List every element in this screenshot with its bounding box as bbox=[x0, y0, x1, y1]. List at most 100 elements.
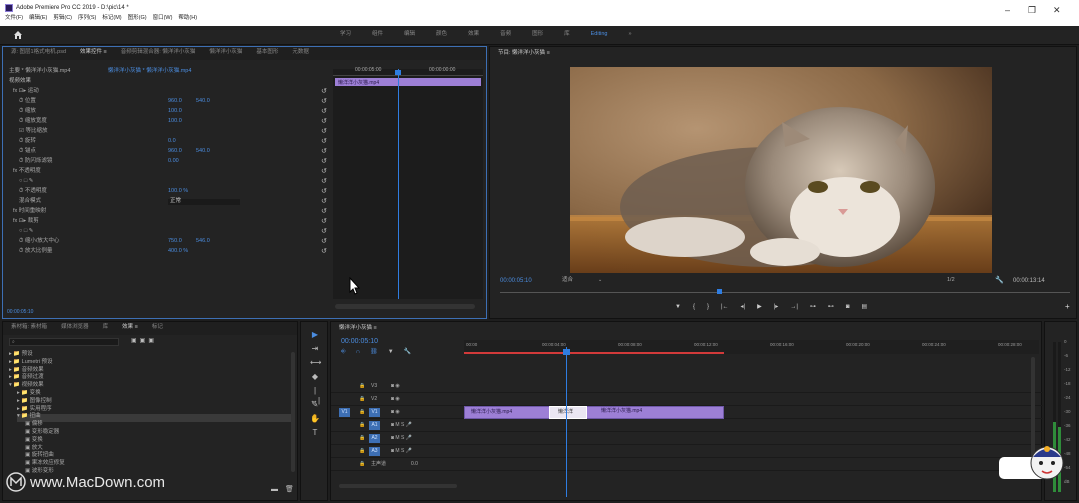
effect-property-value-2[interactable]: 540.0 bbox=[196, 148, 210, 155]
tab-sequence[interactable]: 懒洋洋小灰猫 bbox=[209, 49, 242, 57]
tab-libraries[interactable]: 库 bbox=[103, 324, 109, 332]
effects-tree-item[interactable]: ▣ 变形稳定器 bbox=[25, 429, 59, 436]
timeline-track-row[interactable]: 🔒 V2 ◙ ◉ bbox=[331, 393, 1043, 406]
ec-clip-bar[interactable]: 懒洋洋小灰猫.mp4 bbox=[335, 78, 481, 86]
timeline-track-row[interactable]: 🔒 A1 ◙ M S 🎤 bbox=[331, 419, 1043, 432]
tab-markers[interactable]: 标记 bbox=[152, 324, 163, 332]
ec-clip-selector[interactable]: 懒洋洋小灰猫 * 懒洋洋小灰猫.mp4 bbox=[108, 68, 191, 75]
play-icon[interactable]: ▶ bbox=[757, 304, 762, 310]
reset-parameter-icon[interactable]: ↺ bbox=[321, 248, 327, 255]
reset-parameter-icon[interactable]: ↺ bbox=[321, 118, 327, 125]
effects-tree-item[interactable]: ▸ 📁 预设 bbox=[9, 351, 33, 358]
effect-property-value[interactable]: 100.0 bbox=[168, 118, 182, 125]
mark-in-icon[interactable]: { bbox=[693, 304, 695, 310]
timeline-playhead[interactable] bbox=[566, 347, 567, 497]
timeline-timecode[interactable]: 00:00:05:10 bbox=[341, 338, 378, 345]
program-resolution[interactable]: 1/2 bbox=[947, 277, 955, 284]
reset-parameter-icon[interactable]: ↺ bbox=[321, 168, 327, 175]
effect-property-value[interactable]: 正常 bbox=[168, 198, 240, 205]
ec-mini-timeline[interactable]: 00:00:05:00 00:00:00:00 懒洋洋小灰猫.mp4 bbox=[333, 68, 483, 299]
track-label[interactable]: A3 bbox=[369, 447, 380, 456]
workspace-tab-color[interactable]: 颜色 bbox=[436, 31, 447, 38]
effect-property-row[interactable]: fx ⊡▸ 运动 bbox=[13, 88, 39, 95]
menu-file[interactable]: 文件(F) bbox=[5, 15, 23, 22]
ec-playhead[interactable] bbox=[398, 69, 399, 299]
effect-property-row[interactable]: ⏱ 锚点 960.0 540.0 bbox=[19, 148, 210, 155]
home-icon[interactable] bbox=[13, 30, 23, 40]
effect-property-value-2[interactable]: 546.0 bbox=[196, 238, 210, 245]
track-label[interactable]: V3 bbox=[371, 382, 377, 390]
effect-property-row[interactable]: 混合模式 正常 bbox=[19, 198, 240, 205]
effect-property-value[interactable]: 750.0 bbox=[168, 238, 182, 245]
mark-out-icon[interactable]: } bbox=[707, 304, 709, 310]
tab-effect-controls[interactable]: 效果控件 ≡ bbox=[80, 49, 107, 57]
fit-chevron-down-icon[interactable]: ⌄ bbox=[598, 278, 602, 283]
effect-property-value[interactable]: 960.0 bbox=[168, 148, 182, 155]
ec-zoom-scrollbar[interactable] bbox=[335, 304, 475, 309]
effect-property-row[interactable]: ⏱ 放大比例量 400.0 % bbox=[19, 248, 188, 255]
wrench-icon[interactable]: 🔧 bbox=[995, 277, 1004, 284]
effects-tree-item[interactable]: ▸ 📁 Lumetri 预设 bbox=[9, 359, 53, 366]
track-audio-controls[interactable]: ◙ M S 🎤 bbox=[391, 434, 412, 442]
reset-parameter-icon[interactable]: ↺ bbox=[321, 208, 327, 215]
effect-property-row[interactable]: fx 不透明度 bbox=[13, 168, 41, 175]
add-marker-tl-icon[interactable]: ▼ bbox=[388, 349, 394, 355]
track-label[interactable]: A2 bbox=[369, 434, 380, 443]
program-playhead[interactable] bbox=[717, 289, 722, 294]
effect-property-value-2[interactable]: 540.0 bbox=[196, 98, 210, 105]
accelerated-filter-icons[interactable]: ▣▣▣ bbox=[131, 338, 157, 344]
effect-property-row[interactable]: ⏱ 缩放宽度 100.0 bbox=[19, 118, 182, 125]
effects-tree-item[interactable]: ▣ 偏移 bbox=[25, 422, 43, 428]
track-select-tool-icon[interactable]: ⇥ bbox=[310, 344, 320, 354]
track-audio-controls[interactable]: ◙ M S 🎤 bbox=[391, 421, 412, 429]
program-video-frame[interactable] bbox=[570, 67, 992, 273]
menu-clip[interactable]: 剪辑(C) bbox=[53, 15, 72, 22]
work-area-bar[interactable] bbox=[464, 352, 724, 354]
razor-tool-icon[interactable]: ◆ bbox=[310, 372, 320, 382]
effect-property-row[interactable]: ⏱ 缩放 100.0 bbox=[19, 108, 182, 115]
reset-parameter-icon[interactable]: ↺ bbox=[321, 218, 327, 225]
menu-graphics[interactable]: 图形(G) bbox=[128, 15, 147, 22]
track-lock-icon[interactable]: 🔒 bbox=[359, 395, 365, 403]
effects-tree-item[interactable]: ▣ 波形变形 bbox=[25, 468, 54, 475]
track-lock-icon[interactable]: 🔒 bbox=[359, 460, 365, 468]
reset-parameter-icon[interactable]: ↺ bbox=[321, 188, 327, 195]
add-button-icon[interactable]: + bbox=[1065, 303, 1070, 311]
workspace-tab-effects[interactable]: 效果 bbox=[468, 31, 479, 38]
ec-playhead-handle[interactable] bbox=[395, 70, 401, 75]
lift-icon[interactable]: ⊶ bbox=[810, 304, 816, 310]
track-visibility-icon[interactable]: ◙ ◉ bbox=[391, 408, 400, 416]
selection-tool-icon[interactable]: ▶ bbox=[310, 330, 320, 340]
reset-parameter-icon[interactable]: ↺ bbox=[321, 228, 327, 235]
program-scrub-bar[interactable] bbox=[500, 292, 1070, 293]
workspace-tab-audio[interactable]: 音频 bbox=[500, 31, 511, 38]
reset-parameter-icon[interactable]: ↺ bbox=[321, 198, 327, 205]
effect-property-row[interactable]: ⏱ 位置 960.0 540.0 bbox=[19, 98, 210, 105]
reset-parameter-icon[interactable]: ↺ bbox=[321, 98, 327, 105]
workspace-tab-learn[interactable]: 学习 bbox=[340, 31, 351, 38]
reset-parameter-icon[interactable]: ↺ bbox=[321, 238, 327, 245]
effects-search-input[interactable]: ⌕ bbox=[9, 338, 119, 346]
effects-tree-item[interactable]: ▣ 旋转扭曲 bbox=[25, 453, 54, 459]
close-button[interactable]: ✕ bbox=[1053, 6, 1061, 15]
program-timecode[interactable]: 00:00:05:10 bbox=[500, 278, 532, 284]
track-label[interactable]: 主声道 bbox=[371, 460, 386, 468]
reset-parameter-icon[interactable]: ↺ bbox=[321, 128, 327, 135]
effect-property-value[interactable]: 0.0 bbox=[168, 138, 176, 145]
workspace-tab-editing-cn[interactable]: 编辑 bbox=[404, 31, 415, 38]
timeline-settings-icon[interactable]: 🔧 bbox=[404, 349, 411, 355]
effects-tree-item[interactable]: ▸ 📁 实用程序 bbox=[17, 406, 52, 413]
track-visibility-icon[interactable]: ◙ ◉ bbox=[391, 395, 400, 403]
effect-property-value[interactable]: 100.0 % bbox=[168, 188, 188, 195]
effects-tree-item[interactable]: ▾ 📁 扭曲 bbox=[17, 414, 41, 420]
menu-window[interactable]: 窗口(W) bbox=[153, 15, 173, 22]
reset-parameter-icon[interactable]: ↺ bbox=[321, 158, 327, 165]
new-bin-icon[interactable]: ▬ bbox=[271, 486, 278, 493]
track-audio-controls[interactable]: ◙ M S 🎤 bbox=[391, 447, 412, 455]
menu-edit[interactable]: 编辑(E) bbox=[29, 15, 47, 22]
tab-effects[interactable]: 效果 ≡ bbox=[122, 324, 138, 332]
menu-markers[interactable]: 标记(M) bbox=[102, 15, 121, 22]
nest-toggle-icon[interactable]: ⎆ bbox=[341, 349, 346, 355]
track-lock-icon[interactable]: 🔒 bbox=[359, 434, 365, 442]
tab-source[interactable]: 源: 图层1格式电机.psd bbox=[11, 49, 66, 57]
